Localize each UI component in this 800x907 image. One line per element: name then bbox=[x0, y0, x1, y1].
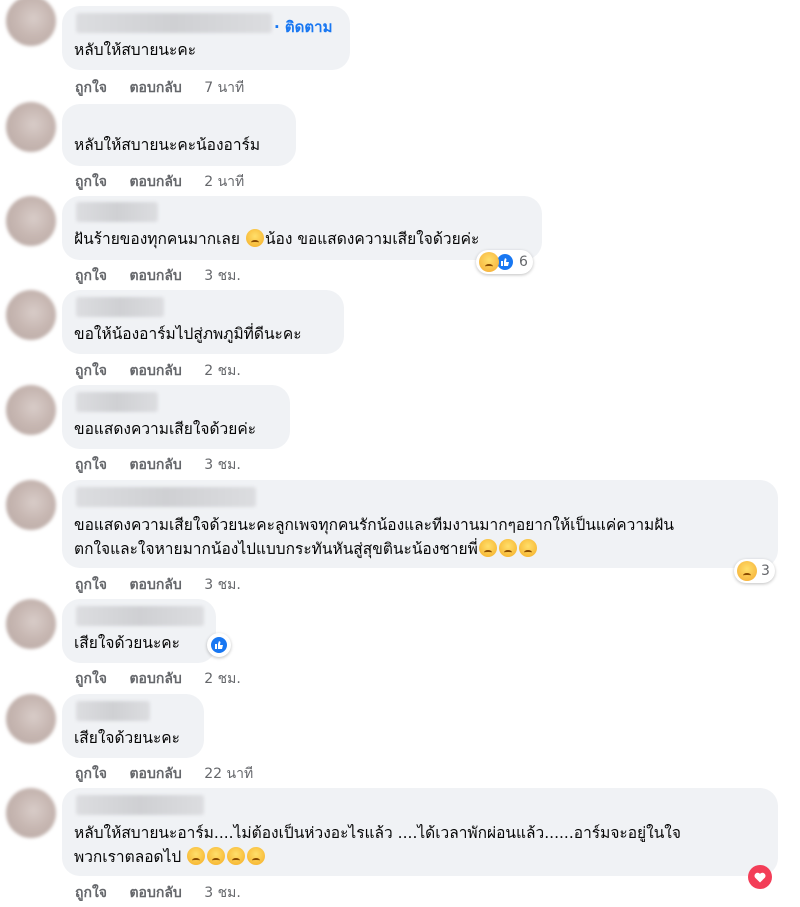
comment-timestamp[interactable]: 3 ชม. bbox=[204, 454, 241, 476]
reply-button[interactable]: ตอบกลับ bbox=[129, 882, 181, 904]
reply-button[interactable]: ตอบกลับ bbox=[129, 763, 181, 785]
comment-text: หลับให้สบายนะอาร์ม....ไม่ต้องเป็นห่วงอะไ… bbox=[74, 824, 681, 842]
comment-bubble: ขอให้น้องอาร์มไปสู่ภพภูมิที่ดีนะคะ bbox=[62, 290, 344, 354]
commenter-name[interactable] bbox=[76, 202, 158, 222]
crying-face-emoji bbox=[227, 847, 246, 865]
avatar[interactable] bbox=[6, 0, 56, 46]
comment-bubble: ขอแสดงความเสียใจด้วยค่ะ bbox=[62, 385, 290, 449]
comment-actions: ถูกใจ ตอบกลับ 3 ชม. bbox=[75, 265, 241, 287]
comment-actions: ถูกใจ ตอบกลับ 3 ชม. bbox=[75, 574, 241, 596]
comment-actions: ถูกใจ ตอบกลับ 22 นาที bbox=[75, 763, 253, 785]
avatar[interactable] bbox=[6, 599, 56, 649]
reaction-summary[interactable] bbox=[207, 633, 231, 657]
comment-actions: ถูกใจ ตอบกลับ 2 ชม. bbox=[75, 668, 241, 690]
commenter-name[interactable] bbox=[76, 13, 272, 33]
crying-face-emoji bbox=[245, 229, 264, 247]
reply-button[interactable]: ตอบกลับ bbox=[129, 171, 181, 193]
avatar[interactable] bbox=[6, 480, 56, 530]
comment-bubble: · ติดตาม หลับให้สบายนะคะ bbox=[62, 6, 350, 70]
crying-face-emoji bbox=[518, 539, 537, 557]
like-button[interactable]: ถูกใจ bbox=[75, 171, 107, 193]
crying-face-emoji bbox=[207, 847, 226, 865]
reaction-summary[interactable]: 3 bbox=[734, 559, 775, 583]
comment-text: เสียใจด้วยนะคะ bbox=[74, 634, 180, 652]
comment-timestamp[interactable]: 3 ชม. bbox=[204, 574, 241, 596]
comment-actions: ถูกใจ ตอบกลับ 3 ชม. bbox=[75, 882, 241, 904]
commenter-name[interactable] bbox=[76, 392, 158, 412]
reply-button[interactable]: ตอบกลับ bbox=[129, 265, 181, 287]
avatar[interactable] bbox=[6, 788, 56, 838]
comment-actions: ถูกใจ ตอบกลับ 2 ชม. bbox=[75, 360, 241, 382]
reply-button[interactable]: ตอบกลับ bbox=[129, 360, 181, 382]
thumbs-up-icon bbox=[209, 635, 229, 655]
comment-text-part: ฝันร้ายของทุกคนมากเลย bbox=[74, 230, 241, 248]
comment-timestamp[interactable]: 3 ชม. bbox=[204, 882, 241, 904]
comment-actions: ถูกใจ ตอบกลับ 3 ชม. bbox=[75, 454, 241, 476]
avatar[interactable] bbox=[6, 694, 56, 744]
like-button[interactable]: ถูกใจ bbox=[75, 360, 107, 382]
comment-timestamp[interactable]: 7 นาที bbox=[204, 77, 244, 99]
comment-text-part: พวกเราตลอดไป bbox=[74, 848, 182, 866]
commenter-name[interactable] bbox=[76, 487, 256, 507]
comment-bubble: หลับให้สบายนะคะน้องอาร์ม bbox=[62, 104, 296, 166]
sad-face-icon bbox=[737, 561, 757, 581]
like-button[interactable]: ถูกใจ bbox=[75, 265, 107, 287]
like-button[interactable]: ถูกใจ bbox=[75, 763, 107, 785]
reaction-summary[interactable]: 6 bbox=[476, 250, 533, 274]
heart-icon bbox=[748, 865, 772, 889]
reaction-summary[interactable] bbox=[748, 865, 772, 889]
comment-text: ขอแสดงความเสียใจด้วยนะคะลูกเพจทุกคนรักน้… bbox=[74, 516, 674, 534]
comment-timestamp[interactable]: 2 นาที bbox=[204, 171, 244, 193]
comment-bubble: ขอแสดงความเสียใจด้วยนะคะลูกเพจทุกคนรักน้… bbox=[62, 480, 778, 568]
comment-text: ตกใจและใจหายมากน้องไปแบบกระทันหันสู่สุขต… bbox=[74, 537, 538, 561]
commenter-name[interactable] bbox=[76, 297, 164, 317]
comment-bubble: ฝันร้ายของทุกคนมากเลย น้อง ขอแสดงความเสี… bbox=[62, 196, 542, 260]
comment-text-part: น้อง ขอแสดงความเสียใจด้วยค่ะ bbox=[264, 230, 480, 248]
comment-text: หลับให้สบายนะคะน้องอาร์ม bbox=[74, 136, 261, 154]
comment-text: ขอแสดงความเสียใจด้วยค่ะ bbox=[74, 420, 257, 438]
avatar[interactable] bbox=[6, 385, 56, 435]
crying-face-emoji bbox=[478, 539, 497, 557]
comment-timestamp[interactable]: 22 นาที bbox=[204, 763, 253, 785]
crying-face-emoji bbox=[247, 847, 266, 865]
comment-bubble: หลับให้สบายนะอาร์ม....ไม่ต้องเป็นห่วงอะไ… bbox=[62, 788, 778, 876]
reaction-count: 6 bbox=[519, 254, 528, 270]
comment-timestamp[interactable]: 2 ชม. bbox=[204, 668, 241, 690]
crying-face-emoji bbox=[187, 847, 206, 865]
comment-bubble: เสียใจด้วยนะคะ bbox=[62, 694, 204, 758]
crying-face-emoji bbox=[498, 539, 517, 557]
like-button[interactable]: ถูกใจ bbox=[75, 668, 107, 690]
comment-timestamp[interactable]: 2 ชม. bbox=[204, 360, 241, 382]
reaction-count: 3 bbox=[761, 563, 770, 579]
comment-text: ฝันร้ายของทุกคนมากเลย น้อง ขอแสดงความเสี… bbox=[74, 227, 479, 251]
like-button[interactable]: ถูกใจ bbox=[75, 454, 107, 476]
follow-link[interactable]: · ติดตาม bbox=[274, 15, 332, 39]
comment-text: เสียใจด้วยนะคะ bbox=[74, 729, 180, 747]
reply-button[interactable]: ตอบกลับ bbox=[129, 77, 181, 99]
comment-text: ขอให้น้องอาร์มไปสู่ภพภูมิที่ดีนะคะ bbox=[74, 325, 302, 343]
avatar[interactable] bbox=[6, 196, 56, 246]
sad-face-icon bbox=[479, 252, 499, 272]
comment-actions: ถูกใจ ตอบกลับ 7 นาที bbox=[75, 77, 244, 99]
comment-bubble: เสียใจด้วยนะคะ bbox=[62, 599, 216, 663]
comment-text-part: ตกใจและใจหายมากน้องไปแบบกระทันหันสู่สุขต… bbox=[74, 540, 478, 558]
like-button[interactable]: ถูกใจ bbox=[75, 882, 107, 904]
commenter-name[interactable] bbox=[76, 701, 150, 721]
comment-timestamp[interactable]: 3 ชม. bbox=[204, 265, 241, 287]
like-button[interactable]: ถูกใจ bbox=[75, 574, 107, 596]
reply-button[interactable]: ตอบกลับ bbox=[129, 668, 181, 690]
comment-text: หลับให้สบายนะคะ bbox=[74, 41, 197, 59]
reply-button[interactable]: ตอบกลับ bbox=[129, 574, 181, 596]
reply-button[interactable]: ตอบกลับ bbox=[129, 454, 181, 476]
avatar[interactable] bbox=[6, 102, 56, 152]
avatar[interactable] bbox=[6, 290, 56, 340]
commenter-name[interactable] bbox=[76, 795, 204, 815]
like-button[interactable]: ถูกใจ bbox=[75, 77, 107, 99]
commenter-name[interactable] bbox=[76, 606, 204, 626]
comment-text: พวกเราตลอดไป bbox=[74, 845, 266, 869]
comment-actions: ถูกใจ ตอบกลับ 2 นาที bbox=[75, 171, 244, 193]
